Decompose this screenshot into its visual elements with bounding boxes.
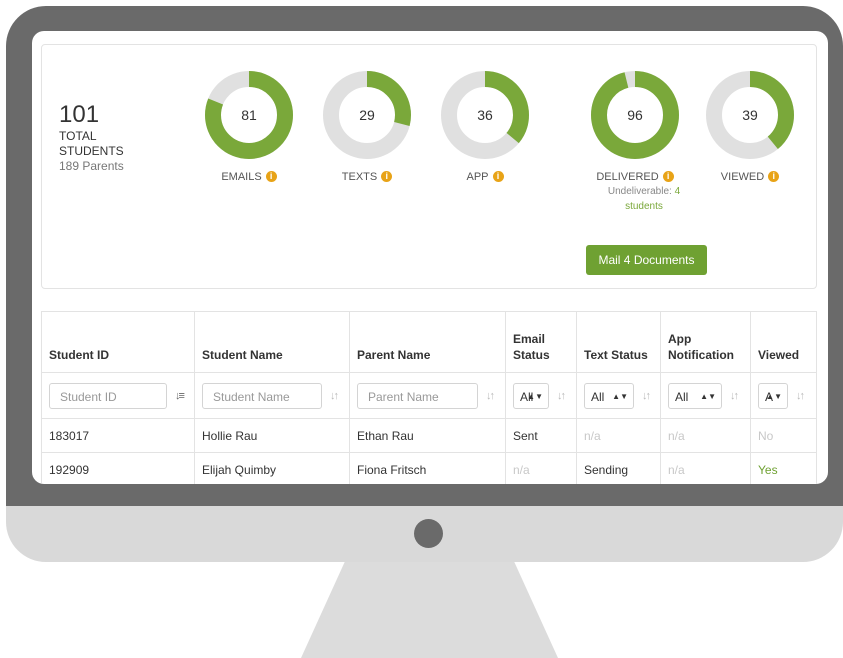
info-icon[interactable]: i — [662, 171, 674, 182]
app-count: 36 — [477, 107, 493, 123]
filter-cell: All ▲▼ ↓↑ — [576, 372, 661, 419]
cell-app-notification: n/a — [660, 418, 751, 453]
student-name-filter[interactable]: Student Name — [202, 382, 322, 409]
filter-cell: All ▲▼ ↓↑ — [660, 372, 751, 419]
cell-student-id: 183017 — [41, 418, 195, 453]
viewed-donut: 39 — [704, 69, 796, 161]
sort-icon[interactable]: ↓≡ — [175, 390, 185, 402]
texts-label: TEXTS — [341, 171, 378, 183]
undeliverable-note: Undeliverable: 4 students — [589, 184, 699, 214]
info-icon[interactable]: i — [265, 171, 277, 182]
cell-text-status: Sending — [576, 452, 661, 484]
texts-count: 29 — [359, 107, 375, 123]
delivered-count: 96 — [627, 107, 643, 123]
students-table: Student ID Student Name Parent Name Emai… — [41, 311, 817, 484]
undeliverable-prefix: Undeliverable: — [607, 186, 672, 197]
filter-cell: All ▲▼ ↓↑ — [505, 372, 577, 419]
sort-icon[interactable]: ↓↑ — [330, 390, 339, 402]
cell-parent-name: Ethan Rau — [349, 418, 506, 453]
filter-cell: Student ID ↓≡ — [41, 372, 195, 419]
emails-label-group: EMAILS i — [189, 171, 309, 183]
filter-cell: A ▲▼ ↓↑ — [750, 372, 817, 419]
info-icon[interactable]: i — [381, 171, 393, 182]
stats-panel: 101 TOTAL STUDENTS 189 Parents 81 EMAILS… — [41, 44, 817, 289]
app-label: APP — [466, 171, 489, 183]
cell-parent-name: Fiona Fritsch — [349, 452, 506, 484]
texts-label-group: TEXTS i — [307, 171, 427, 183]
monitor-stand — [301, 562, 558, 658]
cell-email-status: Sent — [505, 418, 577, 453]
undeliverable-count[interactable]: 4 — [675, 186, 681, 197]
cell-viewed: Yes — [750, 452, 817, 484]
emails-donut: 81 — [203, 69, 295, 161]
table-row[interactable]: 192909 Elijah Quimby Fiona Fritsch n/a S… — [41, 452, 817, 484]
emails-count: 81 — [241, 107, 257, 123]
screen: 101 TOTAL STUDENTS 189 Parents 81 EMAILS… — [32, 31, 828, 484]
cell-email-status: n/a — [505, 452, 577, 484]
total-students-count: 101 — [59, 101, 100, 128]
sort-icon[interactable]: ↓↑ — [730, 390, 739, 402]
texts-donut: 29 — [321, 69, 413, 161]
mail-documents-button[interactable]: Mail 4 Documents — [586, 245, 707, 275]
delivered-donut: 96 — [589, 69, 681, 161]
delivered-label: DELIVERED — [596, 171, 659, 183]
viewed-count: 39 — [742, 107, 758, 123]
header-student-name[interactable]: Student Name — [194, 311, 350, 373]
sort-icon[interactable]: ↓↑ — [557, 390, 566, 402]
table-header-row: Student ID Student Name Parent Name Emai… — [41, 311, 817, 373]
cell-student-name: Elijah Quimby — [194, 452, 350, 484]
select-arrows-icon: ▲▼ — [612, 391, 628, 401]
table-row[interactable]: 183017 Hollie Rau Ethan Rau Sent n/a n/a… — [41, 418, 817, 453]
monitor-camera — [414, 519, 443, 548]
filter-row: Student ID ↓≡ Student Name ↓↑ Parent Nam… — [41, 372, 817, 419]
header-parent-name[interactable]: Parent Name — [349, 311, 506, 373]
filter-cell: Parent Name ↓↑ — [349, 372, 506, 419]
sort-icon[interactable]: ↓↑ — [796, 390, 805, 402]
app-notification-select[interactable]: All ▲▼ — [668, 382, 722, 409]
sort-icon[interactable]: ↓↑ — [486, 390, 495, 402]
text-status-select-value: All — [591, 389, 605, 404]
cell-app-notification: n/a — [660, 452, 751, 484]
total-students: 101 TOTAL STUDENTS 189 Parents — [59, 101, 139, 174]
sort-icon[interactable]: ↓↑ — [642, 390, 651, 402]
select-arrows-icon: ▲▼ — [527, 391, 543, 401]
app-donut: 36 — [439, 69, 531, 161]
app-notification-select-value: All — [675, 389, 689, 404]
total-students-label: TOTAL STUDENTS — [59, 129, 124, 158]
student-id-filter[interactable]: Student ID — [49, 382, 167, 409]
cell-text-status: n/a — [576, 418, 661, 453]
header-email-status[interactable]: Email Status — [505, 311, 577, 373]
filter-cell: Student Name ↓↑ — [194, 372, 350, 419]
viewed-label-group: VIEWED i — [690, 171, 810, 183]
delivered-label-group: DELIVERED i — [575, 171, 695, 183]
header-text-status[interactable]: Text Status — [576, 311, 661, 373]
email-status-select[interactable]: All ▲▼ — [513, 382, 549, 409]
undeliverable-unit[interactable]: students — [625, 201, 663, 212]
viewed-select[interactable]: A ▲▼ — [758, 382, 788, 409]
header-viewed[interactable]: Viewed — [750, 311, 817, 373]
header-student-id[interactable]: Student ID — [41, 311, 195, 373]
viewed-label: VIEWED — [720, 171, 765, 183]
info-icon[interactable]: i — [492, 171, 504, 182]
parents-count: 189 Parents — [59, 159, 124, 173]
select-arrows-icon: ▲▼ — [700, 391, 716, 401]
cell-viewed: No — [750, 418, 817, 453]
text-status-select[interactable]: All ▲▼ — [584, 382, 634, 409]
select-arrows-icon: ▲▼ — [766, 391, 782, 401]
info-icon[interactable]: i — [768, 171, 780, 182]
emails-label: EMAILS — [221, 171, 262, 183]
app-label-group: APP i — [425, 171, 545, 183]
parent-name-filter[interactable]: Parent Name — [357, 382, 478, 409]
header-app-notification[interactable]: App Notification — [660, 311, 751, 373]
cell-student-id: 192909 — [41, 452, 195, 484]
cell-student-name: Hollie Rau — [194, 418, 350, 453]
